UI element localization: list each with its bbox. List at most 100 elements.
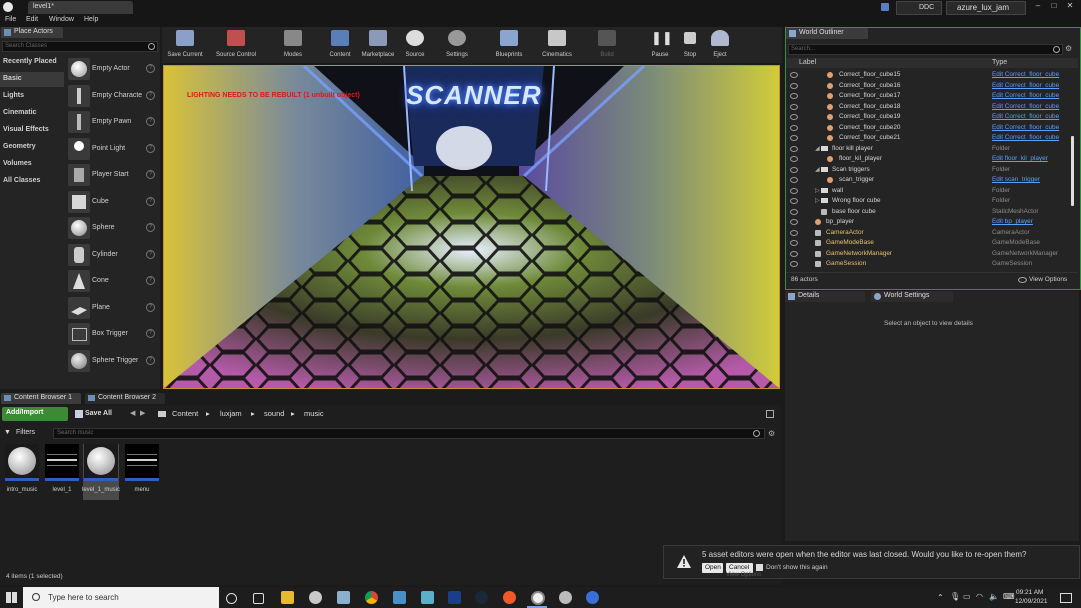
steam-icon[interactable] xyxy=(475,591,488,604)
network-icon[interactable]: ◠ xyxy=(976,592,983,601)
label-column-header[interactable]: Label xyxy=(799,59,816,66)
language-icon[interactable]: ⌨ xyxy=(1003,592,1015,601)
microphone-icon[interactable]: 🎙 xyxy=(950,592,960,601)
cortana-icon[interactable] xyxy=(226,593,237,604)
actor-cube[interactable]: Cube? xyxy=(66,190,159,214)
visibility-eye-icon[interactable] xyxy=(790,114,798,120)
open-button[interactable]: Open xyxy=(702,563,723,573)
help-icon[interactable]: ? xyxy=(146,170,155,179)
source-control-button[interactable]: Source Control xyxy=(210,27,262,63)
help-icon[interactable]: ? xyxy=(146,356,155,365)
actor-point-light[interactable]: Point Light? xyxy=(66,137,159,161)
marketplace-button[interactable]: Marketplace xyxy=(359,27,397,63)
app-icon[interactable] xyxy=(586,591,599,604)
outliner-row-type[interactable]: Edit Correct_floor_cube xyxy=(992,113,1059,120)
outliner-row-type[interactable]: Edit Correct_floor_cube xyxy=(992,134,1059,141)
dont-show-checkbox[interactable] xyxy=(756,564,763,571)
visibility-eye-icon[interactable] xyxy=(790,261,798,267)
outliner-row[interactable]: Correct_floor_cube17 Edit Correct_floor_c… xyxy=(786,91,1070,101)
unreal-engine-icon[interactable] xyxy=(531,591,545,605)
world-settings-tab[interactable]: World Settings xyxy=(871,291,953,302)
outliner-row[interactable]: Correct_floor_cube16 Edit Correct_floor_c… xyxy=(786,81,1070,91)
outliner-row-type[interactable]: Edit Correct_floor_cube xyxy=(992,124,1059,131)
windows-start-icon[interactable] xyxy=(6,592,17,603)
type-column-header[interactable]: Type xyxy=(992,59,1007,66)
action-center-icon[interactable] xyxy=(1060,593,1072,603)
cinematics-button[interactable]: Cinematics xyxy=(536,27,578,63)
outliner-row[interactable]: Correct_floor_cube15 Edit Correct_floor_c… xyxy=(786,70,1070,80)
visibility-eye-icon[interactable] xyxy=(790,240,798,246)
visibility-eye-icon[interactable] xyxy=(790,219,798,225)
notification-icon[interactable] xyxy=(881,3,889,11)
collapse-arrow-icon[interactable]: ▷ xyxy=(815,197,820,204)
path-segment[interactable]: Content xyxy=(172,409,198,418)
category-all-classes[interactable]: All Classes xyxy=(0,174,64,189)
path-segment[interactable]: music xyxy=(304,409,324,418)
help-icon[interactable]: ? xyxy=(146,303,155,312)
search-classes-input[interactable]: Search Classes xyxy=(2,41,158,52)
tray-chevron-icon[interactable]: ⌃ xyxy=(937,593,944,602)
asset-tile[interactable]: level_1 xyxy=(44,444,80,499)
category-volumes[interactable]: Volumes xyxy=(0,157,64,172)
forward-arrow-icon[interactable]: ▶ xyxy=(140,409,145,417)
content-browser-1-tab[interactable]: Content Browser 1 xyxy=(1,393,81,404)
place-actors-tab[interactable]: Place Actors xyxy=(1,27,63,38)
visibility-eye-icon[interactable] xyxy=(790,229,798,236)
actor-empty-character[interactable]: Empty Characte? xyxy=(66,84,159,108)
visibility-eye-icon[interactable] xyxy=(790,166,798,173)
lock-icon[interactable] xyxy=(766,410,774,418)
outliner-row[interactable]: ◢ Scan triggers Folder xyxy=(786,165,1070,175)
category-visual-effects[interactable]: Visual Effects xyxy=(0,123,64,138)
category-lights[interactable]: Lights xyxy=(0,89,64,104)
outliner-scrollbar[interactable] xyxy=(1071,136,1074,206)
unreal-logo-icon[interactable] xyxy=(3,2,13,12)
visibility-eye-icon[interactable] xyxy=(790,82,798,89)
outliner-row-type[interactable]: Edit Correct_floor_cube xyxy=(992,71,1059,78)
minimize-icon[interactable]: – xyxy=(1030,1,1046,13)
outliner-row[interactable]: Correct_floor_cube18 Edit Correct_floor_c… xyxy=(786,102,1070,112)
menu-window[interactable]: Window xyxy=(49,16,74,23)
blueprints-button[interactable]: Blueprints xyxy=(490,27,528,63)
category-recently-placed[interactable]: Recently Placed xyxy=(0,55,64,70)
help-icon[interactable]: ? xyxy=(146,91,155,100)
add-import-button[interactable]: Add/Import xyxy=(2,407,68,421)
visibility-eye-icon[interactable] xyxy=(790,208,798,215)
category-basic[interactable]: Basic xyxy=(0,72,64,87)
settings-icon[interactable]: ⚙ xyxy=(768,429,776,438)
outliner-row-type[interactable]: Edit scan_trigger xyxy=(992,176,1040,183)
maximize-icon[interactable]: □ xyxy=(1046,1,1062,13)
outliner-row[interactable]: Correct_floor_cube19 Edit Correct_floor_c… xyxy=(786,112,1070,122)
battery-icon[interactable]: ▭ xyxy=(963,592,971,601)
help-icon[interactable]: ? xyxy=(146,117,155,126)
back-arrow-icon[interactable]: ◀ xyxy=(130,409,135,417)
source-button[interactable]: Source xyxy=(400,27,430,63)
actor-empty-actor[interactable]: Empty Actor? xyxy=(66,57,159,81)
actor-empty-pawn[interactable]: Empty Pawn? xyxy=(66,110,159,134)
asset-tile-selected[interactable]: level_1_music xyxy=(82,444,120,500)
visibility-eye-icon[interactable] xyxy=(790,156,798,162)
outliner-row[interactable]: Correct_floor_cube20 Edit Correct_floor_c… xyxy=(786,123,1070,133)
outliner-row[interactable]: ▷ wall Folder xyxy=(786,186,1070,196)
menu-file[interactable]: File xyxy=(5,16,16,23)
outliner-row-type[interactable]: Edit Correct_floor_cube xyxy=(992,82,1059,89)
outliner-row[interactable]: floor_kil_player Edit floor_kil_player xyxy=(786,154,1070,164)
outliner-row[interactable]: Correct_floor_cube21 Edit Correct_floor_c… xyxy=(786,133,1070,143)
visibility-eye-icon[interactable] xyxy=(790,93,798,99)
collapse-arrow-icon[interactable]: ▷ xyxy=(815,187,820,194)
help-icon[interactable]: ? xyxy=(146,329,155,338)
filter-icon[interactable]: ⚙ xyxy=(1065,44,1073,53)
outliner-row[interactable]: ▷ Wrong floor cube Folder xyxy=(786,196,1070,206)
level-tab[interactable]: level1* xyxy=(28,1,133,14)
help-icon[interactable]: ? xyxy=(146,250,155,259)
expand-arrow-icon[interactable]: ◢ xyxy=(815,166,820,173)
outliner-search-input[interactable]: Search... xyxy=(788,44,1063,55)
expand-arrow-icon[interactable]: ◢ xyxy=(815,145,820,152)
ddc-indicator[interactable]: DDC xyxy=(896,1,942,15)
visibility-eye-icon[interactable] xyxy=(790,72,798,78)
pause-button[interactable]: ❚❚ Pause xyxy=(646,27,674,63)
origin-icon[interactable] xyxy=(503,591,516,604)
volume-icon[interactable]: 🔈 xyxy=(989,592,999,601)
outliner-row[interactable]: bp_player Edit bp_player xyxy=(786,217,1070,227)
chrome-icon[interactable] xyxy=(365,591,378,604)
taskbar-search-box[interactable]: Type here to search xyxy=(23,587,219,608)
